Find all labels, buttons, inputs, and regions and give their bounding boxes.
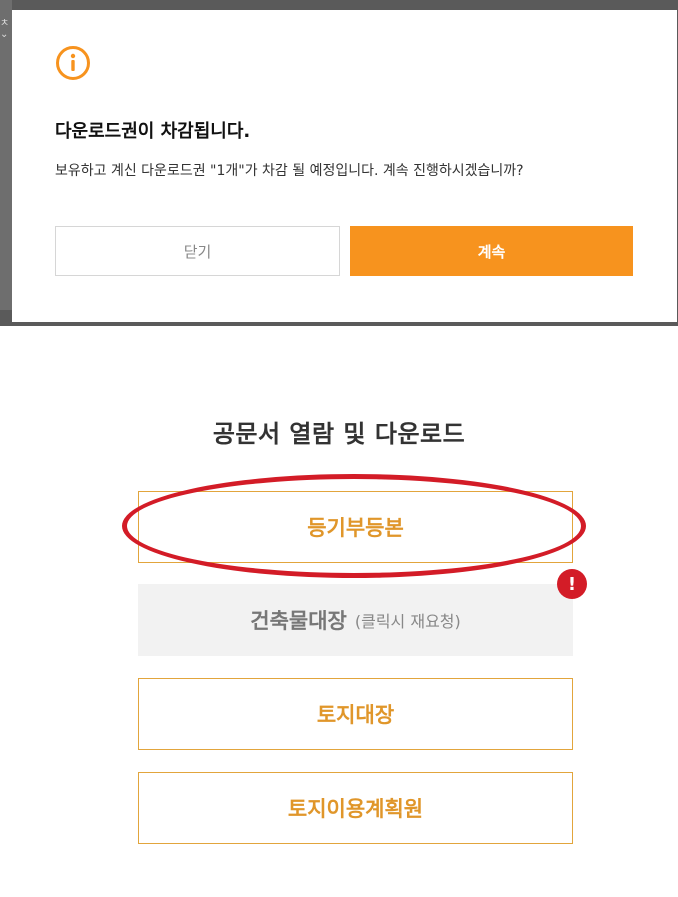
close-button[interactable]: 닫기 [55, 226, 340, 276]
land-use-plan-button[interactable]: 토지이용계획원 [138, 772, 573, 844]
registry-button[interactable]: 등기부등본 [138, 491, 573, 563]
document-panel: 공문서 열람 및 다운로드 등기부등본 건축물대장 (클릭시 재요청) 토지대장… [0, 326, 678, 897]
land-ledger-button[interactable]: 토지대장 [138, 678, 573, 750]
confirm-dialog: 다운로드권이 차감됩니다. 보유하고 계신 다운로드권 "1개"가 차감 될 예… [12, 10, 677, 322]
building-ledger-button[interactable]: 건축물대장 (클릭시 재요청) [138, 584, 573, 656]
background-page: ㅊ ⌄ [0, 0, 12, 310]
dialog-message: 보유하고 계신 다운로드권 "1개"가 차감 될 예정입니다. 계속 진행하시겠… [55, 163, 524, 179]
land-ledger-label: 토지대장 [316, 703, 395, 727]
background-fragment: ㅊ ⌄ [0, 18, 10, 40]
re-request-note: (클릭시 재요청) [354, 612, 461, 631]
building-ledger-label: 건축물대장 [250, 609, 347, 633]
dialog-title: 다운로드권이 차감됩니다. [55, 121, 251, 142]
section-title: 공문서 열람 및 다운로드 [212, 420, 466, 448]
registry-label: 등기부등본 [307, 516, 404, 540]
info-circle-icon [55, 45, 91, 81]
top-screenshot: ㅊ ⌄ 다운로드권이 차감됩니다. 보유하고 계신 다운로드권 "1개"가 차감… [0, 0, 678, 326]
land-use-plan-label: 토지이용계획원 [287, 797, 424, 821]
exclamation-badge-icon: ! [557, 569, 587, 599]
continue-button[interactable]: 계속 [350, 226, 633, 276]
